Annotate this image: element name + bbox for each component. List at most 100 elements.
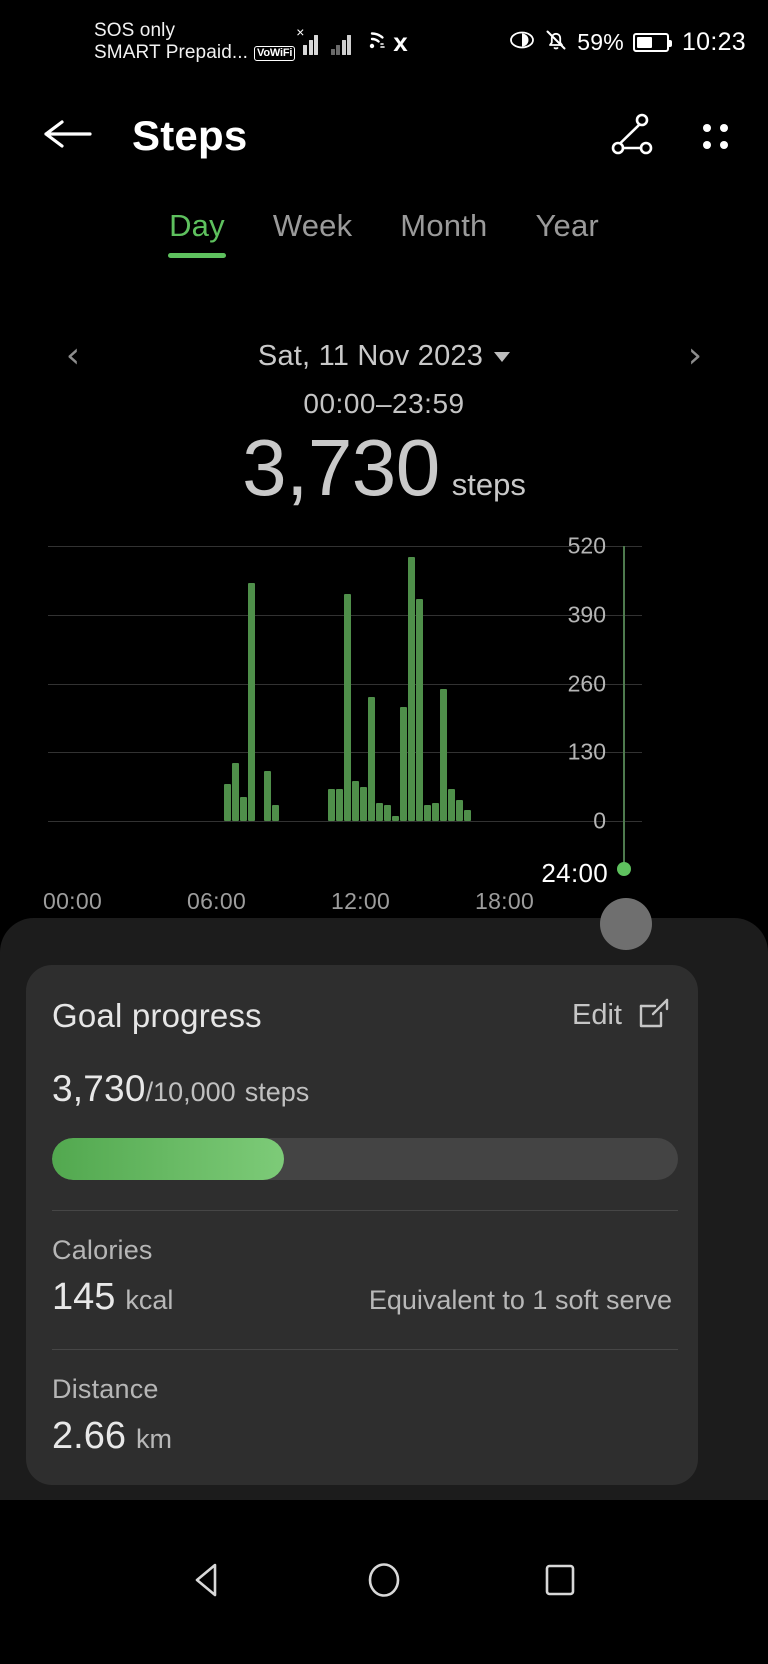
tab-week[interactable]: Week [249, 200, 376, 258]
status-bar-carrier: SOS only SMART Prepaid... VoWiFi [94, 19, 296, 65]
edit-pencil-icon [636, 995, 672, 1036]
chart-x-tick-label: 18:00 [475, 888, 535, 914]
chart-bar [384, 805, 391, 821]
edit-label: Edit [572, 999, 622, 1031]
chart-bar [448, 789, 455, 821]
share-icon[interactable] [609, 111, 655, 162]
chart-y-tick-label: 520 [567, 532, 606, 559]
status-bar-clock: 10:23 [681, 27, 746, 56]
chart-x-tick-label: 00:00 [43, 888, 103, 914]
chart-bar [416, 598, 423, 821]
chart-bar [408, 556, 415, 821]
nav-recents-icon[interactable] [538, 1558, 582, 1607]
chart-bar [264, 770, 271, 821]
chart-y-tick-label: 0 [593, 807, 606, 834]
date-label[interactable]: Sat, 11 Nov 2023 [257, 339, 511, 373]
period-tabs: Day Week Month Year [0, 200, 768, 258]
chart-bar [424, 805, 431, 821]
eye-comfort-icon [509, 29, 535, 56]
vowifi-badge-icon: VoWiFi [254, 45, 296, 61]
chart-x-axis-labels: 00:00 06:00 12:00 18:00 [0, 888, 768, 922]
chart-bar [240, 797, 247, 821]
chart-bar [432, 802, 439, 821]
goal-card-title: Goal progress [52, 996, 262, 1034]
chart-bar [376, 802, 383, 821]
chart-bar [344, 593, 351, 821]
chart-bar [224, 783, 231, 821]
metric-distance: Distance 2.66 km [52, 1374, 672, 1458]
chart-plot-area[interactable]: 0 130 260 390 520 [48, 533, 642, 834]
goal-progress-fill [52, 1138, 284, 1180]
chart-bar [248, 583, 255, 821]
card-divider-1 [52, 1210, 678, 1211]
calories-unit: kcal [125, 1285, 174, 1315]
distance-value: 2.66 [52, 1415, 126, 1457]
signal-bars-icon [330, 33, 352, 55]
chart-bar [456, 799, 463, 821]
next-day-button[interactable]: › [660, 338, 730, 374]
goal-target-value: /10,000 [145, 1077, 236, 1107]
steps-summary: 3,730 steps [0, 428, 768, 508]
goal-current-value: 3,730 [52, 1068, 146, 1109]
chart-bar [328, 789, 335, 821]
card-divider-2 [52, 1349, 678, 1350]
x-app-icon: x [393, 26, 408, 57]
steps-value: 3,730 [242, 423, 440, 512]
chart-bar [440, 688, 447, 821]
chart-bar [272, 805, 279, 821]
nav-home-icon[interactable] [362, 1558, 406, 1607]
android-nav-bar [0, 1500, 768, 1664]
mute-bell-icon [544, 28, 568, 57]
status-bar: SOS only SMART Prepaid... VoWiFi × x 59%… [0, 0, 768, 84]
chart-bar [400, 707, 407, 821]
calories-label: Calories [52, 1235, 153, 1265]
chart-bar [360, 786, 367, 821]
time-range-label: 00:00–23:59 [303, 388, 465, 419]
chart-bar [392, 815, 399, 821]
chart-scrubber-label: 24:00 [541, 858, 608, 888]
chart-bar [368, 696, 375, 821]
tab-day[interactable]: Day [145, 200, 249, 258]
calories-value: 145 [52, 1276, 116, 1318]
edit-goal-button[interactable]: Edit [572, 995, 672, 1036]
chart-y-tick-label: 260 [567, 670, 606, 696]
chart-bar [232, 762, 239, 821]
nav-back-icon[interactable] [186, 1558, 230, 1607]
date-navigator: ‹ Sat, 11 Nov 2023 › [0, 330, 768, 382]
previous-day-button[interactable]: ‹ [38, 338, 108, 374]
tab-year[interactable]: Year [511, 200, 622, 258]
steps-unit: steps [451, 467, 526, 502]
battery-icon [632, 32, 672, 52]
goal-numbers: 3,730 /10,000 steps [52, 1068, 672, 1110]
goal-progress-bar [52, 1138, 678, 1180]
chart-bar [464, 810, 471, 821]
signal-no-service-icon: × [296, 25, 324, 55]
more-options-icon[interactable] [703, 123, 728, 149]
chart-bar [336, 789, 343, 821]
back-arrow-icon[interactable] [42, 115, 94, 158]
distance-unit: km [135, 1424, 172, 1454]
steps-bar-chart[interactable]: 0 130 260 390 520 [0, 520, 768, 920]
date-value: Sat, 11 Nov 2023 [257, 339, 484, 372]
chart-x-tick-label: 12:00 [331, 888, 391, 914]
chart-y-tick-label: 390 [567, 601, 606, 628]
carrier-line-2: SMART Prepaid... [94, 42, 249, 63]
chart-x-tick-label: 06:00 [187, 888, 247, 914]
goal-progress-card: Goal progress Edit 3,730 /10,000 steps C… [26, 965, 698, 1485]
battery-percent-label: 59% [577, 28, 624, 55]
goal-unit: steps [244, 1077, 310, 1107]
page-title: Steps [132, 112, 248, 159]
distance-label: Distance [52, 1374, 159, 1404]
tab-month[interactable]: Month [376, 200, 511, 258]
sheet-drag-handle[interactable] [600, 898, 652, 950]
wifi-icon [358, 28, 386, 55]
chart-y-tick-label: 130 [567, 738, 606, 765]
chart-bar [352, 781, 359, 821]
metric-calories: Calories 145 kcal Equivalent to 1 soft s… [52, 1235, 672, 1319]
carrier-line-1: SOS only [94, 19, 176, 41]
chart-scrubber-dot[interactable] [617, 862, 631, 876]
calories-note: Equivalent to 1 soft serve [368, 1285, 672, 1315]
app-bar: Steps [0, 84, 768, 188]
chart-scrubber-line[interactable] [623, 546, 625, 866]
chevron-down-icon [494, 351, 511, 362]
